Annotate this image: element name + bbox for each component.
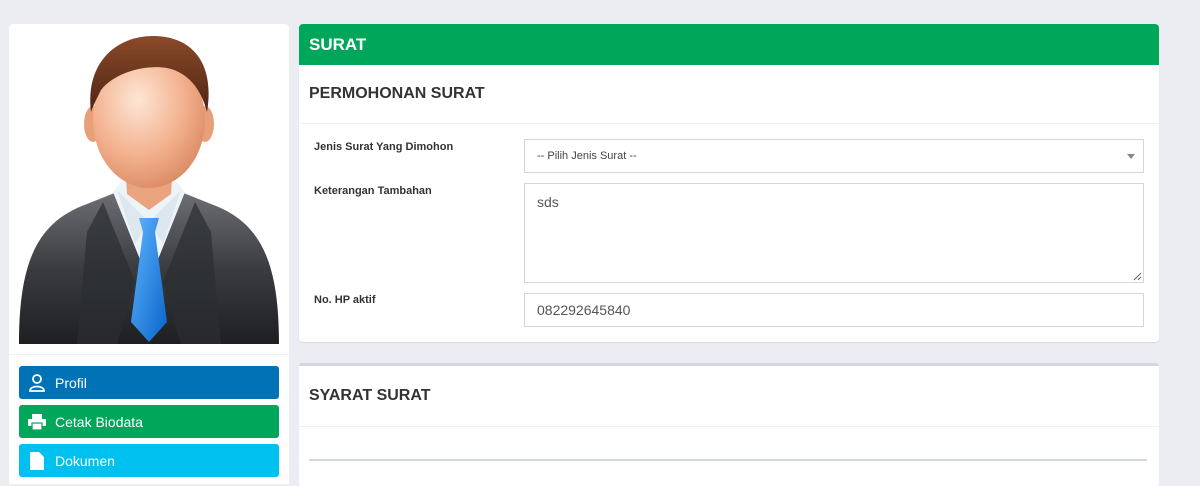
hp-value: 082292645840 (537, 302, 631, 318)
cetak-biodata-button[interactable]: Cetak Biodata (19, 405, 279, 438)
surat-header: SURAT (299, 24, 1159, 65)
chevron-down-icon (1127, 154, 1135, 159)
profil-button[interactable]: Profil (19, 366, 279, 399)
permohonan-surat-title: PERMOHONAN SURAT (299, 65, 1159, 124)
syarat-content-divider (309, 459, 1147, 471)
resize-handle-icon[interactable] (1133, 272, 1142, 281)
surat-card: SURAT PERMOHONAN SURAT Jenis Surat Yang … (299, 24, 1159, 342)
dokumen-label: Dokumen (55, 452, 115, 469)
profil-label: Profil (55, 374, 87, 391)
avatar (9, 24, 289, 355)
jenis-surat-label: Jenis Surat Yang Dimohon (314, 141, 454, 153)
dokumen-button[interactable]: Dokumen (19, 444, 279, 477)
cetak-biodata-label: Cetak Biodata (55, 413, 143, 430)
user-icon (27, 373, 47, 393)
jenis-surat-select[interactable]: -- Pilih Jenis Surat -- (524, 139, 1144, 173)
keterangan-value: sds (537, 194, 559, 210)
file-icon (27, 451, 47, 471)
keterangan-label: Keterangan Tambahan (314, 185, 432, 197)
jenis-surat-value: -- Pilih Jenis Surat -- (537, 150, 637, 162)
avatar-illustration (19, 36, 279, 344)
profile-sidebar: Profil Cetak Biodata Dokumen (9, 24, 289, 484)
printer-icon (27, 412, 47, 432)
syarat-surat-title: SYARAT SURAT (299, 366, 1159, 427)
syarat-card: SYARAT SURAT (299, 363, 1159, 486)
hp-label: No. HP aktif (314, 294, 376, 306)
keterangan-textarea[interactable]: sds (524, 183, 1144, 283)
hp-input[interactable]: 082292645840 (524, 293, 1144, 327)
